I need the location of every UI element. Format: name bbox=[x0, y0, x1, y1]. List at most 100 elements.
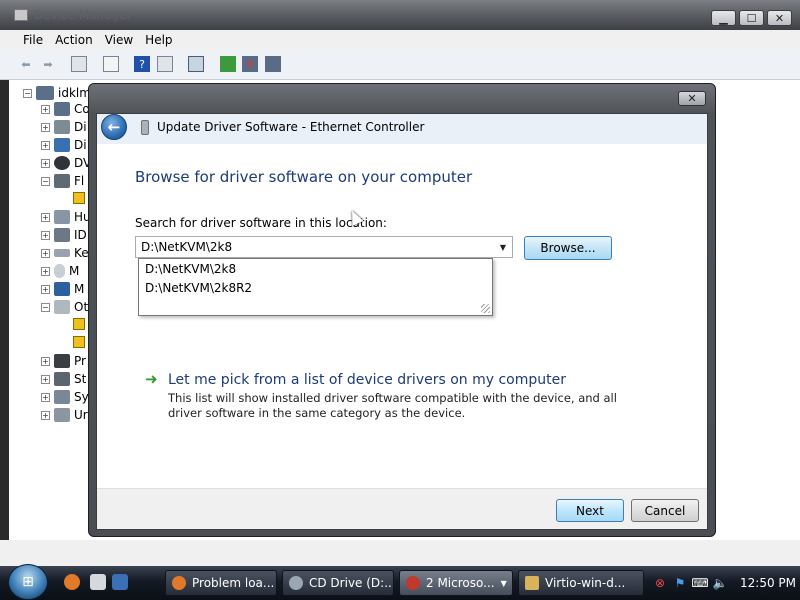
device-manager-icon bbox=[14, 9, 28, 21]
processor-icon bbox=[54, 354, 70, 368]
collapse-icon[interactable]: − bbox=[23, 88, 32, 98]
tree-node[interactable]: + Di bbox=[41, 120, 87, 134]
status-bar bbox=[0, 540, 800, 566]
warning-device-icon bbox=[73, 318, 85, 330]
task-button[interactable]: CD Drive (D:... bbox=[282, 570, 394, 596]
tree-root[interactable]: − idklm bbox=[23, 86, 91, 100]
expand-icon[interactable]: + bbox=[41, 212, 50, 222]
tree-node-label: Sy bbox=[74, 390, 89, 404]
collapse-icon[interactable]: − bbox=[41, 176, 50, 186]
collapse-icon[interactable]: − bbox=[41, 302, 50, 312]
tree-node[interactable]: + M bbox=[41, 282, 84, 296]
expand-icon[interactable]: + bbox=[41, 410, 50, 420]
back-arrow-icon[interactable]: ⬅ bbox=[18, 56, 34, 72]
dialog-close-button[interactable]: ✕ bbox=[678, 91, 706, 106]
expand-icon[interactable]: + bbox=[41, 248, 50, 258]
menu-action[interactable]: Action bbox=[55, 33, 105, 47]
tree-node[interactable]: + St bbox=[41, 372, 86, 386]
location-input[interactable]: D:\NetKVM\2k8 bbox=[141, 240, 232, 254]
properties-icon[interactable] bbox=[71, 56, 87, 72]
chevron-down-icon: ▼ bbox=[500, 578, 507, 588]
menu-view[interactable]: View bbox=[105, 33, 145, 47]
security-alert-icon[interactable]: ⊗ bbox=[652, 575, 668, 591]
location-combobox[interactable]: D:\NetKVM\2k8 ▼ bbox=[135, 236, 513, 258]
expand-icon[interactable]: + bbox=[41, 122, 50, 132]
tree-node[interactable]: + Hu bbox=[41, 210, 91, 224]
document-icon[interactable] bbox=[90, 574, 106, 590]
tree-node[interactable] bbox=[73, 336, 85, 348]
tree-node-label: M bbox=[69, 264, 80, 278]
pick-from-list-link[interactable]: Let me pick from a list of device driver… bbox=[168, 372, 566, 388]
disk-icon bbox=[54, 120, 70, 134]
tree-node-label: Ur bbox=[74, 408, 88, 422]
green-arrow-icon[interactable]: ➜ bbox=[145, 370, 158, 388]
update-driver-icon[interactable] bbox=[220, 56, 236, 72]
clock[interactable]: 12:50 PM bbox=[740, 576, 796, 590]
tree-node[interactable]: + Pr bbox=[41, 354, 86, 368]
expand-icon[interactable]: + bbox=[41, 158, 50, 168]
details-icon[interactable] bbox=[157, 56, 173, 72]
resize-grip-icon[interactable] bbox=[481, 304, 490, 313]
expand-icon[interactable]: + bbox=[41, 356, 50, 366]
dropdown-arrow-icon[interactable]: ▼ bbox=[494, 237, 512, 257]
task-button[interactable]: Problem loa... bbox=[165, 570, 277, 596]
keyboard-icon bbox=[54, 249, 70, 257]
help-icon[interactable]: ? bbox=[134, 56, 150, 72]
task-button[interactable]: 2 Microso... ▼ bbox=[399, 570, 513, 596]
tree-node[interactable]: − Ot bbox=[41, 300, 88, 314]
tree-node-label: Di bbox=[74, 120, 87, 134]
close-button[interactable]: ✕ bbox=[767, 10, 792, 26]
floppy-icon bbox=[54, 174, 70, 188]
dropdown-item[interactable]: D:\NetKVM\2k8R2 bbox=[145, 281, 252, 295]
tree-node[interactable]: + Ke bbox=[41, 246, 89, 260]
tree-node[interactable]: + DV bbox=[41, 156, 91, 170]
task-button[interactable]: Virtio-win-d... bbox=[518, 570, 644, 596]
windows-flag-icon[interactable]: ⚑ bbox=[672, 575, 688, 591]
tree-node[interactable]: + M bbox=[41, 264, 79, 278]
expand-icon[interactable]: + bbox=[41, 392, 50, 402]
tree-node-label: St bbox=[74, 372, 87, 386]
expand-icon[interactable]: + bbox=[41, 230, 50, 240]
tree-root-label: idklm bbox=[58, 86, 91, 100]
back-button[interactable]: ← bbox=[101, 114, 127, 140]
maximize-button[interactable]: ☐ bbox=[739, 10, 764, 26]
uninstall-icon[interactable] bbox=[265, 56, 281, 72]
tree-node[interactable]: + Di bbox=[41, 138, 87, 152]
cancel-button[interactable]: Cancel bbox=[631, 499, 699, 522]
disable-icon[interactable]: ✕ bbox=[242, 56, 258, 72]
menu-help[interactable]: Help bbox=[145, 33, 184, 47]
network-icon[interactable]: ⌨ bbox=[691, 575, 708, 591]
system-icon bbox=[54, 390, 70, 404]
next-button[interactable]: Next bbox=[556, 499, 624, 522]
caption-buttons: ▁ ☐ ✕ bbox=[711, 10, 792, 26]
toolbar: ⬅ ➡ ? ✕ bbox=[0, 50, 800, 80]
expand-icon[interactable]: + bbox=[41, 104, 50, 114]
expand-icon[interactable]: + bbox=[41, 266, 50, 276]
dialog-content: ← Update Driver Software - Ethernet Cont… bbox=[96, 113, 708, 530]
expand-icon[interactable]: + bbox=[41, 374, 50, 384]
list-icon[interactable] bbox=[103, 56, 119, 72]
minimize-button[interactable]: ▁ bbox=[711, 10, 736, 26]
volume-icon[interactable]: 🔈 bbox=[712, 575, 728, 591]
tree-node[interactable]: + Co bbox=[41, 102, 90, 116]
tree-node[interactable] bbox=[73, 318, 85, 330]
storage-icon bbox=[54, 372, 70, 386]
scan-icon[interactable] bbox=[188, 56, 204, 72]
forward-arrow-icon[interactable]: ➡ bbox=[40, 56, 56, 72]
pick-from-list-description: This list will show installed driver sof… bbox=[168, 391, 617, 420]
menu-file[interactable]: File bbox=[0, 33, 55, 47]
dropdown-item[interactable]: D:\NetKVM\2k8 bbox=[145, 262, 236, 276]
tree-node[interactable]: + Sy bbox=[41, 390, 89, 404]
start-button[interactable]: ⊞ bbox=[8, 564, 48, 600]
tree-node[interactable]: + Ur bbox=[41, 408, 88, 422]
tree-node[interactable] bbox=[73, 192, 85, 204]
tree-node[interactable]: + ID bbox=[41, 228, 87, 242]
expand-icon[interactable]: + bbox=[41, 140, 50, 150]
tree-node[interactable]: − Fl bbox=[41, 174, 84, 188]
device-manager-titlebar[interactable]: Device Manager ▁ ☐ ✕ bbox=[0, 0, 800, 30]
page-heading: Browse for driver software on your compu… bbox=[135, 168, 473, 186]
browse-button[interactable]: Browse... bbox=[524, 236, 612, 260]
expand-icon[interactable]: + bbox=[41, 284, 50, 294]
firefox-icon[interactable] bbox=[64, 574, 80, 590]
show-desktop-icon[interactable] bbox=[112, 574, 128, 590]
